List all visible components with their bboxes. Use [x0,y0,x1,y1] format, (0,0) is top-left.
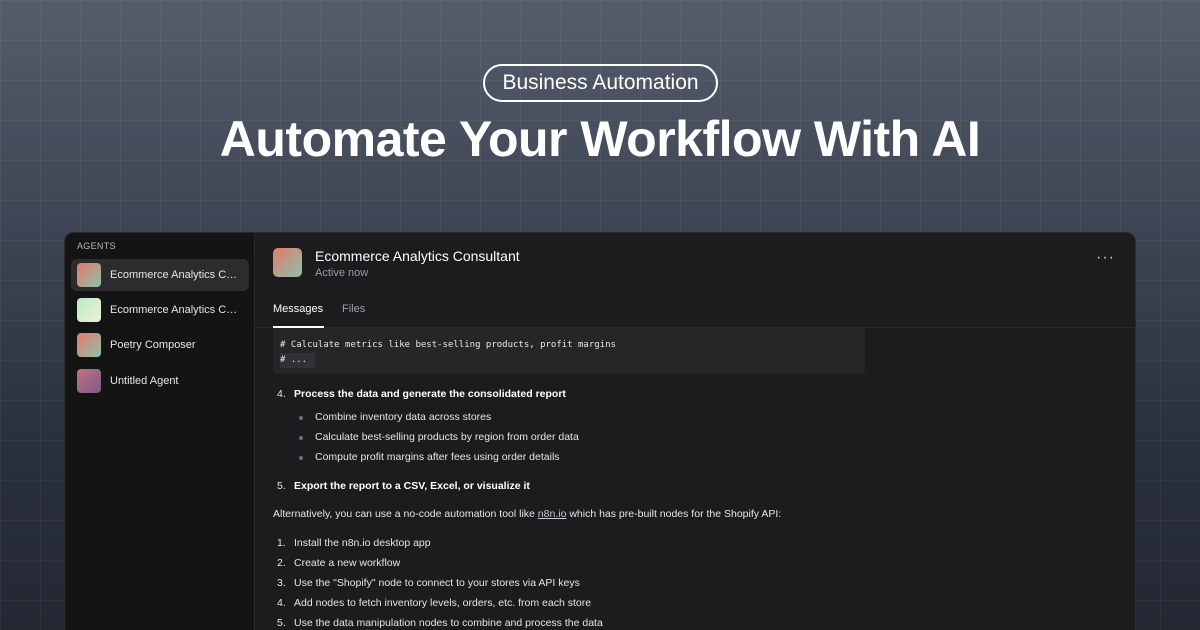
list-number: 4. [277,597,286,609]
code-block: # Calculate metrics like best-selling pr… [273,328,865,374]
category-pill: Business Automation [483,64,718,102]
paragraph-text: which has pre-built nodes for the Shopif… [566,508,782,520]
sidebar-item-label: Poetry Composer [110,339,196,351]
agent-avatar [77,298,101,322]
agent-avatar [273,248,302,277]
agent-avatar [77,263,101,287]
list-item-text: Add nodes to fetch inventory levels, ord… [294,597,592,609]
list-item-text: Create a new workflow [294,557,401,569]
list-number: 5. [277,480,286,492]
sidebar-item-label: Untitled Agent [110,375,179,387]
paragraph: Alternatively, you can use a no-code aut… [273,508,781,520]
app-window: AGENTS Ecommerce Analytics Consultant Ec… [64,232,1136,630]
agent-avatar [77,333,101,357]
code-line: # Calculate metrics like best-selling pr… [280,340,616,350]
list-item-text: Export the report to a CSV, Excel, or vi… [294,480,530,492]
sidebar-item-agent-1[interactable]: Ecommerce Analytics Consultant [71,259,249,291]
list-item-text: Use the "Shopify" node to connect to you… [294,577,580,589]
sidebar-item-label: Ecommerce Analytics Consultant [110,304,240,316]
agent-title: Ecommerce Analytics Consultant [315,248,520,264]
more-options-icon[interactable]: ··· [1096,250,1115,266]
list-item-text: Process the data and generate the consol… [294,388,566,400]
bullet-text: Calculate best-selling products by regio… [315,431,579,443]
page-headline: Automate Your Workflow With AI [219,111,981,167]
bullet-icon [299,416,303,420]
list-item-text: Install the n8n.io desktop app [294,537,431,549]
bullet-text: Compute profit margins after fees using … [315,451,560,463]
paragraph-text: Alternatively, you can use a no-code aut… [273,508,538,520]
tab-messages[interactable]: Messages [273,303,323,315]
list-item-text: Use the data manipulation nodes to combi… [294,617,603,629]
agent-avatar [77,369,101,393]
code-line: # ... [280,353,316,368]
tab-files[interactable]: Files [342,303,365,315]
sidebar-title: AGENTS [77,241,116,251]
list-number: 5. [277,617,286,629]
list-number: 3. [277,577,286,589]
sidebar-item-label: Ecommerce Analytics Consultant [110,269,240,281]
agent-status: Active now [315,267,369,279]
chat-panel: Ecommerce Analytics Consultant Active no… [255,233,1135,630]
list-number: 1. [277,537,286,549]
n8n-link[interactable]: n8n.io [538,508,567,520]
sidebar-item-agent-3[interactable]: Poetry Composer [71,329,249,361]
bullet-text: Combine inventory data across stores [315,411,492,423]
list-number: 2. [277,557,286,569]
bullet-icon [299,456,303,460]
list-number: 4. [277,388,286,400]
sidebar-item-agent-4[interactable]: Untitled Agent [71,365,249,397]
bullet-icon [299,436,303,440]
sidebar-item-agent-2[interactable]: Ecommerce Analytics Consultant [71,294,249,326]
agents-sidebar: AGENTS Ecommerce Analytics Consultant Ec… [65,233,255,630]
